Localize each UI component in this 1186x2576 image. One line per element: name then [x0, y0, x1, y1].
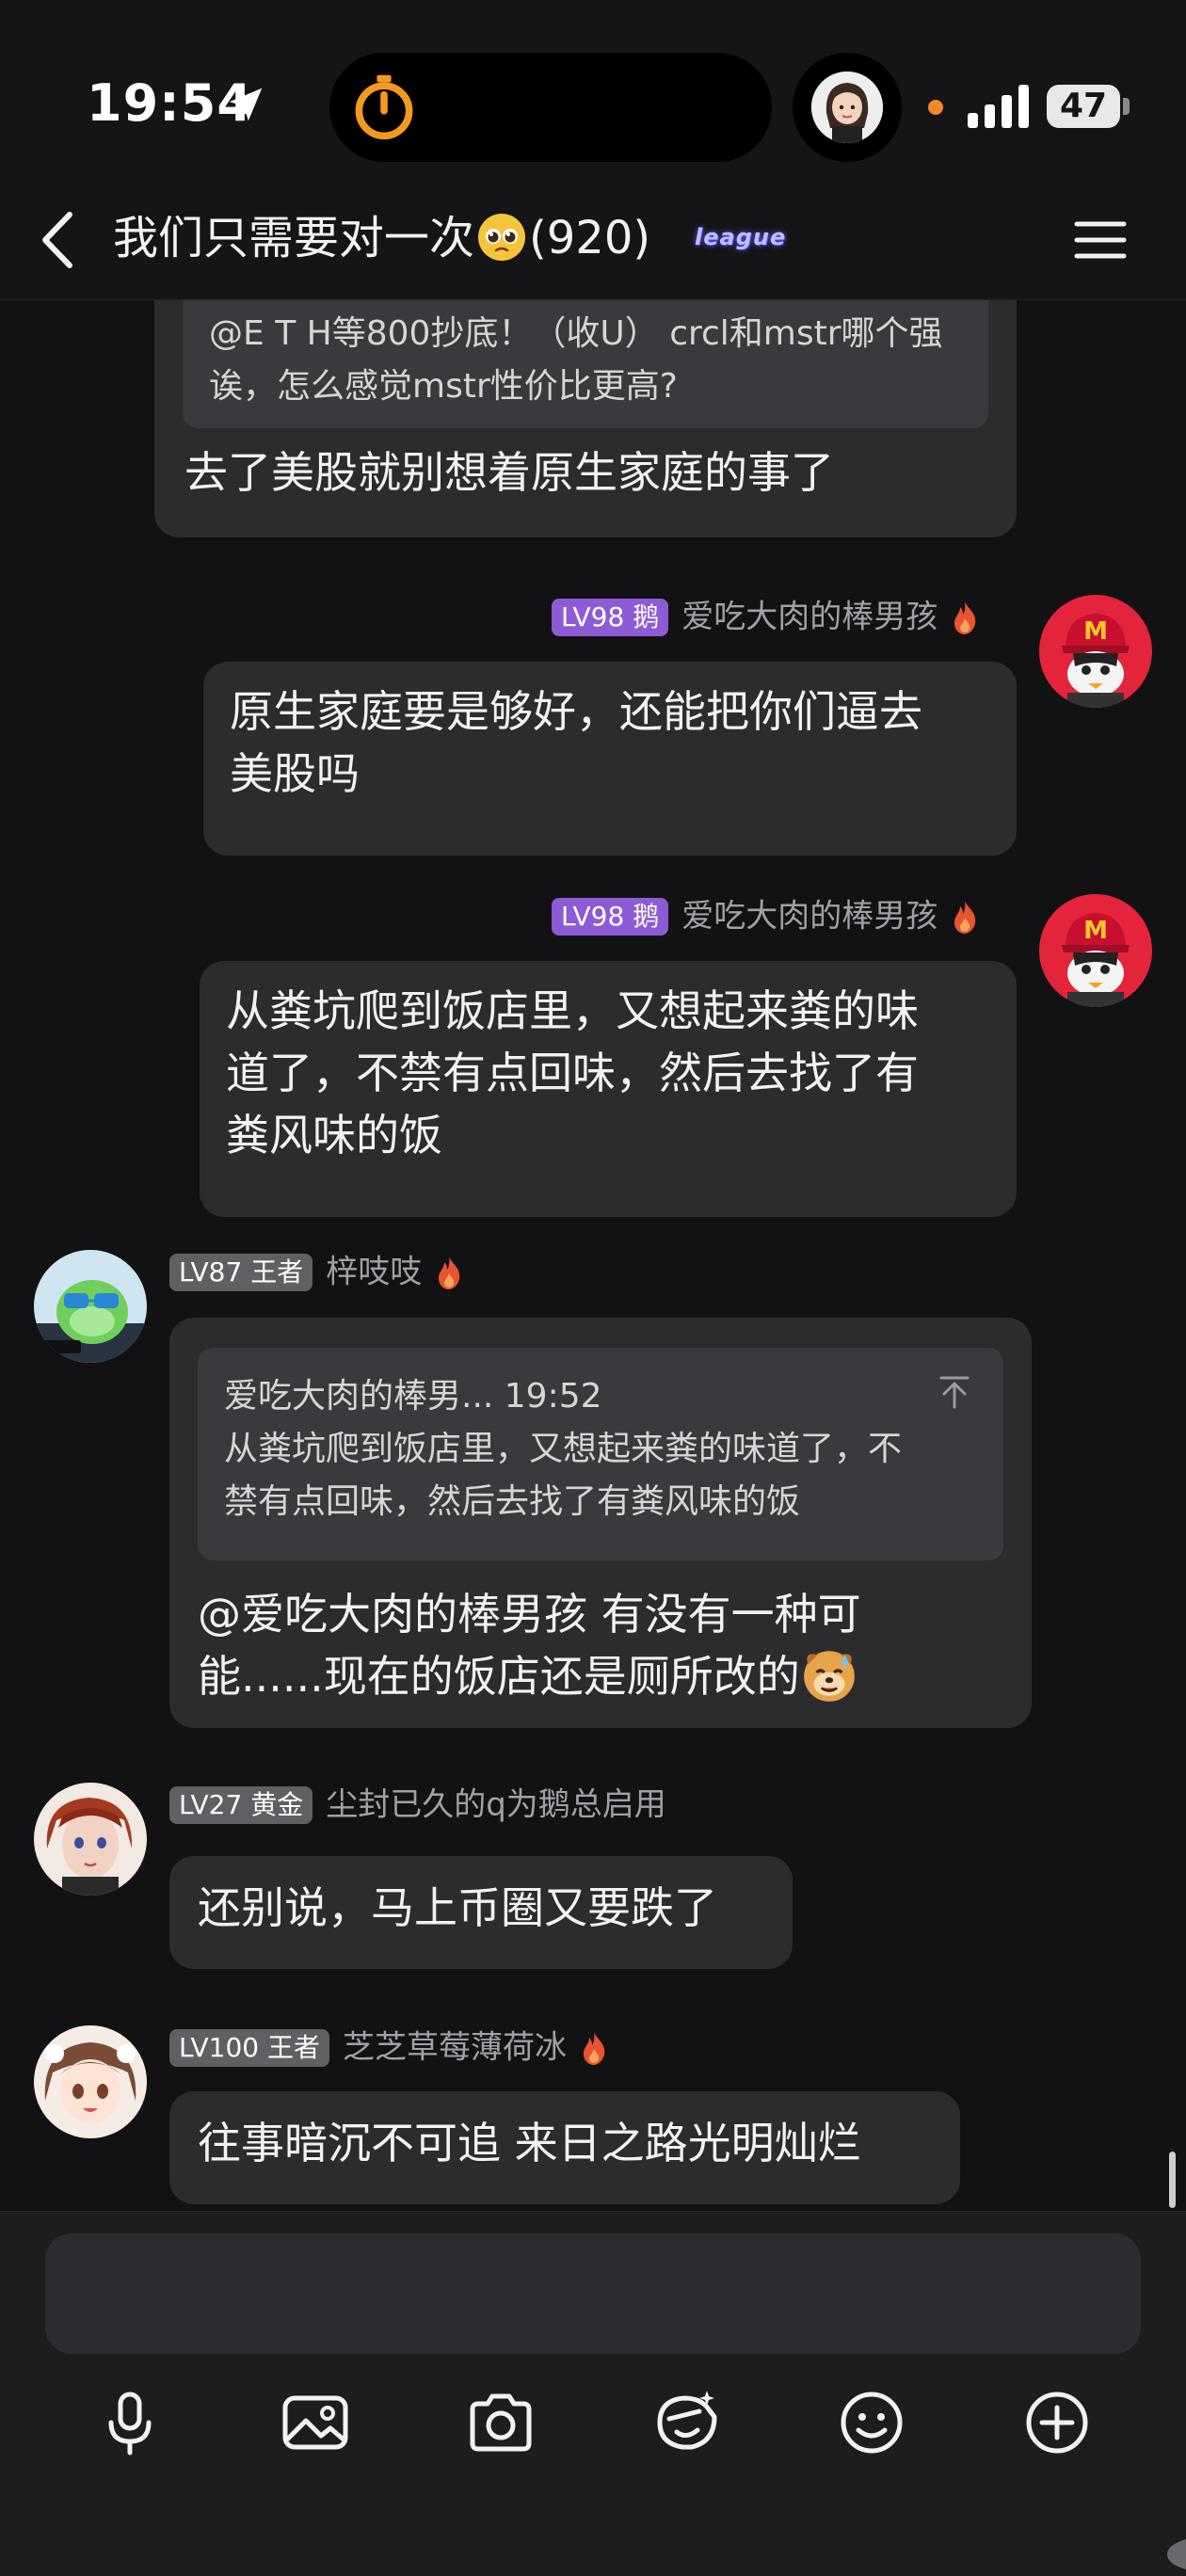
svg-text:M: M — [1083, 917, 1108, 945]
message-line: 能......现在的饭店还是厕所改的 — [198, 1645, 861, 1709]
avatar[interactable] — [34, 1783, 147, 1896]
sender-info: LV98 鹅爱吃大肉的棒男孩 — [552, 894, 979, 936]
quoted-text: @E T H等800抄底！（收U） crcl和mstr哪个强诶，怎么感觉mstr… — [209, 314, 943, 406]
level-badge: LV98 鹅 — [552, 897, 669, 936]
sender-info: LV27 黄金 尘封已久的q为鹅总启用 — [169, 1783, 666, 1824]
battery-level: 47 — [1047, 85, 1120, 128]
message-line: @爱吃大肉的棒男孩 有没有一种可 — [198, 1589, 861, 1640]
group-name: 我们只需要对一次 — [113, 212, 475, 264]
message-line: 从粪坑爬到饭店里，又想起来粪的味 — [226, 985, 919, 1036]
avatar[interactable]: M — [1039, 595, 1152, 708]
timer-icon[interactable] — [348, 72, 420, 143]
sender-name[interactable]: 爱吃大肉的棒男孩 — [681, 898, 938, 936]
quoted-line: 禁有点回味，然后去找了有粪风味的饭 — [224, 1482, 801, 1521]
sender-name[interactable]: 芝芝草莓薄荷冰 — [343, 2029, 567, 2067]
quoted-message[interactable]: @E T H等800抄底！（收U） crcl和mstr哪个强诶，怎么感觉mstr… — [183, 300, 988, 428]
flame-icon — [584, 2031, 605, 2065]
level-badge: LV87 王者 — [169, 1253, 313, 1291]
message-list[interactable]: @E T H等800抄底！（收U） crcl和mstr哪个强诶，怎么感觉mstr… — [0, 300, 1186, 2211]
sender-info: LV98 鹅爱吃大肉的棒男孩 — [552, 595, 979, 636]
quoted-line: 从粪坑爬到饭店里，又想起来粪的味道了，不 — [224, 1430, 903, 1468]
svg-text:M: M — [1083, 617, 1108, 646]
message-text: 往事暗沉不可追 来日之路光明灿烂 — [198, 2118, 861, 2168]
message-line: 原生家庭要是够好，还能把你们逼去 — [230, 686, 922, 737]
avatar[interactable]: M — [1039, 894, 1152, 1007]
flame-icon — [439, 1256, 460, 1289]
image-icon[interactable] — [278, 2385, 353, 2460]
message-text: 去了美股就别想着原生家庭的事了 — [184, 447, 834, 498]
edge-handle-icon[interactable] — [1160, 2536, 1186, 2573]
sender-name[interactable]: 梓吱吱 — [326, 1254, 422, 1291]
sender-info: LV100 王者 芝芝草莓薄荷冰 — [169, 2025, 608, 2067]
plus-icon[interactable] — [1019, 2385, 1095, 2460]
message-line: 道了，不禁有点回味，然后去找了有 — [226, 1048, 919, 1098]
sticker-icon[interactable] — [649, 2385, 724, 2460]
emoji-icon[interactable] — [834, 2385, 909, 2460]
signal-icon — [968, 85, 1029, 128]
sender-name[interactable]: 尘封已久的q为鹅总启用 — [326, 1786, 666, 1824]
dog-sweat-emoji-icon — [803, 1650, 855, 1702]
flame-icon — [954, 600, 976, 634]
pleading-face-icon — [478, 214, 526, 261]
message-line: 美股吗 — [230, 748, 360, 799]
quoted-message[interactable]: 爱吃大肉的棒男... 19:52 从粪坑爬到饭店里，又想起来粪的味道了，不 禁有… — [198, 1348, 1003, 1560]
level-badge: LV100 王者 — [169, 2028, 330, 2067]
message-bubble[interactable]: 原生家庭要是够好，还能把你们逼去 美股吗 — [203, 662, 1017, 856]
message-input[interactable] — [45, 2233, 1141, 2354]
scrollbar[interactable] — [1169, 2152, 1176, 2208]
island-avatar — [811, 72, 883, 143]
level-badge: LV27 黄金 — [169, 1785, 313, 1824]
location-arrow-icon — [229, 88, 263, 121]
message-line: 粪风味的饭 — [226, 1110, 442, 1160]
microphone-icon[interactable] — [92, 2385, 168, 2460]
flame-icon — [954, 900, 976, 934]
recording-dot — [928, 100, 943, 115]
back-icon[interactable] — [36, 207, 83, 273]
message-text: 还别说，马上币圈又要跌了 — [198, 1882, 717, 1933]
camera-icon[interactable] — [463, 2385, 538, 2460]
sender-name[interactable]: 爱吃大肉的棒男孩 — [681, 599, 938, 636]
message-bubble[interactable]: 从粪坑爬到饭店里，又想起来粪的味 道了，不禁有点回味，然后去找了有 粪风味的饭 — [200, 961, 1017, 1217]
quoted-header: 爱吃大肉的棒男... 19:52 — [224, 1377, 602, 1416]
level-badge: LV98 鹅 — [552, 598, 669, 636]
message-bubble[interactable]: 还别说，马上币圈又要跌了 — [169, 1856, 793, 1969]
chat-title[interactable]: 我们只需要对一次 (920) — [113, 205, 650, 271]
menu-icon[interactable] — [1073, 213, 1128, 267]
message-text: @爱吃大肉的棒男孩 有没有一种可 能......现在的饭店还是厕所改的 — [198, 1583, 861, 1709]
avatar[interactable] — [34, 2025, 147, 2138]
member-count: (920) — [529, 212, 651, 264]
sender-info: LV87 王者 梓吱吱 — [169, 1250, 463, 1291]
league-badge[interactable]: league — [695, 222, 793, 252]
jump-to-original-icon[interactable] — [936, 1373, 973, 1411]
message-bubble[interactable]: 往事暗沉不可追 来日之路光明灿烂 — [169, 2091, 960, 2204]
battery-cap — [1123, 98, 1130, 115]
avatar[interactable] — [34, 1250, 147, 1363]
